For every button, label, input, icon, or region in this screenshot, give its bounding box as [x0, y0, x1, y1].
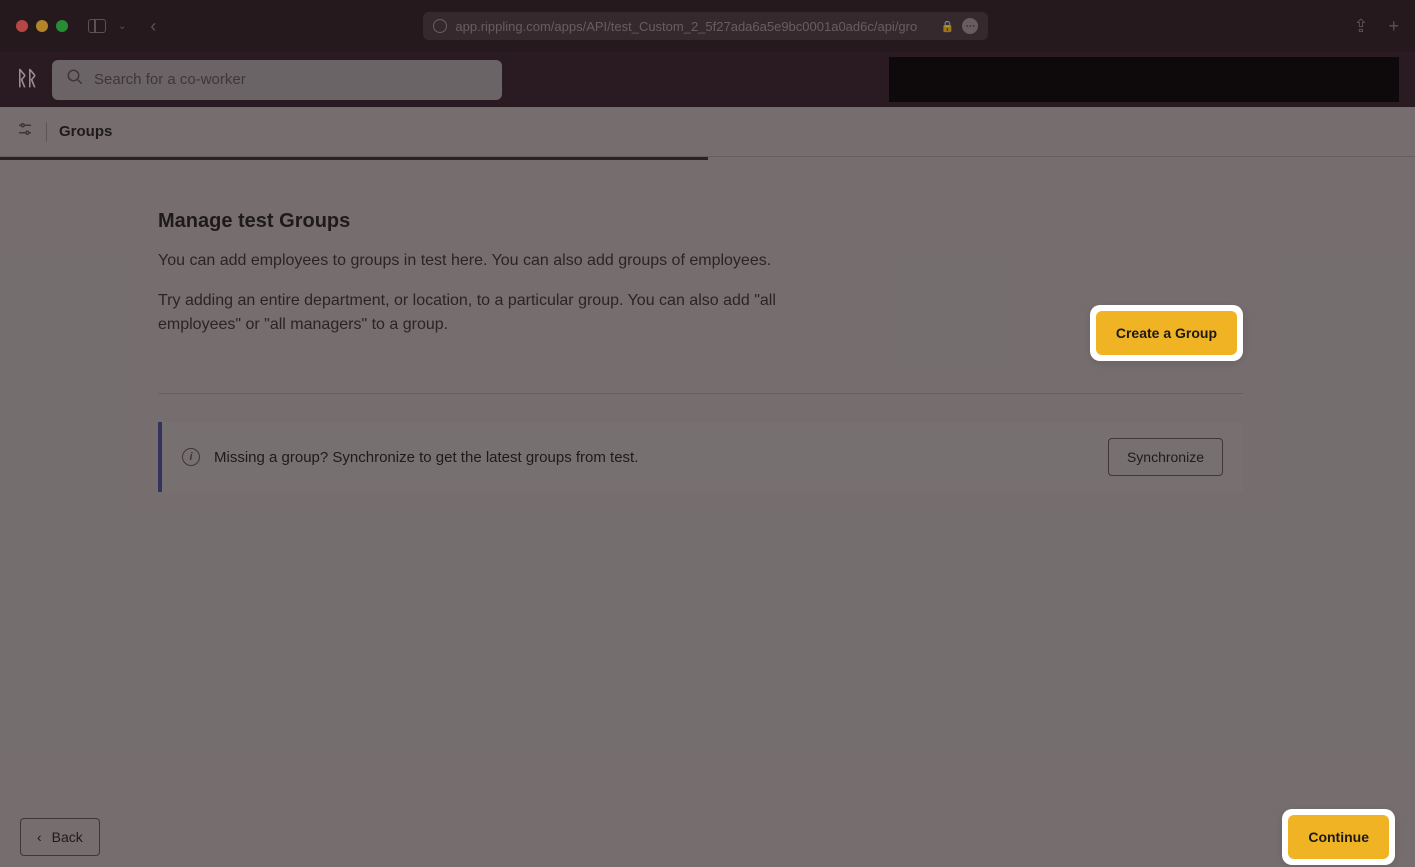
chevron-down-icon[interactable]: ⌄: [118, 21, 126, 32]
rippling-logo[interactable]: ᚱᚱ: [16, 68, 36, 91]
breadcrumb-bar: Groups: [0, 107, 1415, 157]
new-tab-icon[interactable]: +: [1388, 16, 1399, 37]
description-line-2: Try adding an entire department, or loca…: [158, 289, 798, 337]
description-line-1: You can add employees to groups in test …: [158, 249, 798, 273]
info-banner: i Missing a group? Synchronize to get th…: [158, 422, 1243, 492]
continue-highlight: Continue: [1282, 809, 1395, 865]
divider: [46, 122, 47, 142]
search-icon: [66, 68, 84, 91]
window-controls: [16, 20, 68, 32]
create-group-highlight: Create a Group: [1090, 305, 1243, 361]
page-description: You can add employees to groups in test …: [158, 249, 798, 337]
page-title: Manage test Groups: [158, 210, 798, 233]
section-divider: [158, 393, 1243, 394]
continue-button[interactable]: Continue: [1288, 815, 1389, 859]
search-bar[interactable]: [52, 60, 502, 100]
share-icon[interactable]: ⇪: [1353, 16, 1368, 37]
app-header: ᚱᚱ: [0, 52, 1415, 107]
search-input[interactable]: [94, 71, 488, 88]
synchronize-button[interactable]: Synchronize: [1108, 438, 1223, 476]
url-text: app.rippling.com/apps/API/test_Custom_2_…: [455, 19, 932, 34]
settings-icon[interactable]: [16, 120, 34, 143]
redacted-area: [889, 57, 1399, 102]
browser-toolbar: ⌄ ‹ app.rippling.com/apps/API/test_Custo…: [0, 0, 1415, 52]
reader-icon[interactable]: ⋯: [962, 18, 978, 34]
address-bar[interactable]: app.rippling.com/apps/API/test_Custom_2_…: [423, 12, 988, 40]
back-button[interactable]: ‹ Back: [20, 818, 100, 856]
create-group-button[interactable]: Create a Group: [1096, 311, 1237, 355]
info-banner-text: Missing a group? Synchronize to get the …: [214, 449, 1094, 466]
maximize-window-button[interactable]: [56, 20, 68, 32]
back-arrow-icon[interactable]: ‹: [150, 16, 156, 37]
back-label: Back: [52, 829, 83, 845]
minimize-window-button[interactable]: [36, 20, 48, 32]
info-icon: i: [182, 448, 200, 466]
chevron-left-icon: ‹: [37, 829, 42, 845]
main-content: Manage test Groups You can add employees…: [0, 160, 1415, 807]
globe-icon: [433, 19, 447, 33]
close-window-button[interactable]: [16, 20, 28, 32]
footer-bar: ‹ Back Continue: [0, 807, 1415, 867]
lock-icon: 🔒: [941, 20, 955, 33]
sidebar-toggle-icon[interactable]: [88, 19, 106, 33]
breadcrumb-title: Groups: [59, 123, 112, 140]
